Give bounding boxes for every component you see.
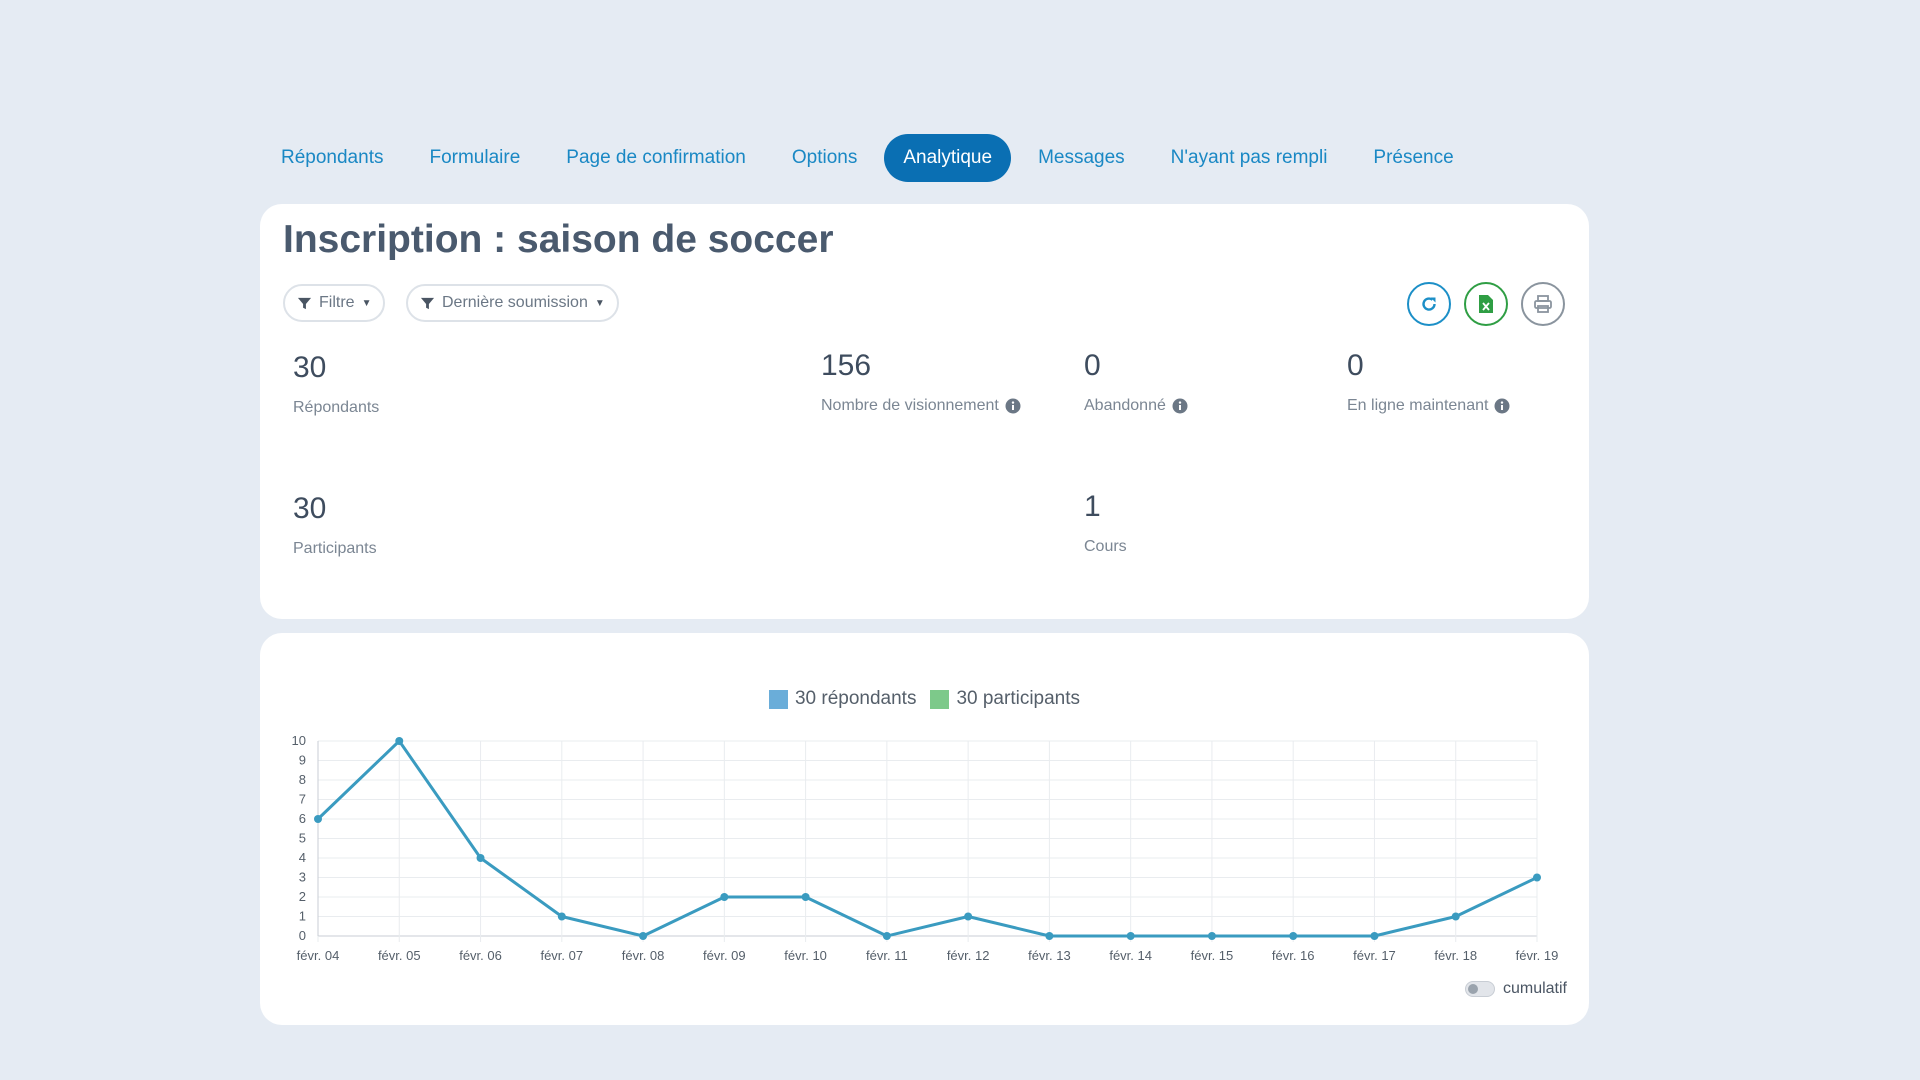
cumulative-label: cumulatif	[1502, 980, 1567, 997]
data-point	[1289, 932, 1298, 940]
stat-value: 0	[1084, 349, 1101, 382]
y-tick-label: 5	[299, 831, 306, 846]
x-tick-label: févr. 11	[866, 948, 908, 963]
sort-button[interactable]: Dernière soumission ▼	[406, 284, 619, 322]
data-point	[395, 737, 404, 745]
info-icon[interactable]	[1005, 398, 1021, 414]
stat-value: 156	[821, 349, 872, 382]
y-tick-label: 1	[299, 909, 306, 924]
line-chart: 0 1 2 3 4 5 6 7 8 9 10 févr. 04 févr. 05 févr. 06 févr…	[292, 733, 1559, 963]
print-button[interactable]	[1521, 282, 1565, 326]
info-icon[interactable]	[1494, 398, 1510, 414]
funnel-icon	[420, 297, 435, 309]
sort-label: Dernière soumission	[442, 294, 588, 311]
stat-label: Participants	[293, 540, 377, 557]
x-tick-label: févr. 06	[459, 948, 502, 963]
data-point	[801, 893, 810, 901]
x-tick-label: févr. 12	[947, 948, 990, 963]
data-point	[964, 912, 973, 921]
x-tick-label: févr. 18	[1434, 948, 1477, 963]
tab-r-pondants[interactable]: Répondants	[262, 134, 402, 182]
data-point	[557, 912, 566, 921]
data-point	[1126, 932, 1135, 940]
caret-down-icon: ▼	[594, 297, 605, 309]
data-point	[1533, 873, 1541, 882]
tab-formulaire[interactable]: Formulaire	[410, 134, 539, 182]
tab-messages[interactable]: Messages	[1019, 134, 1144, 182]
x-tick-label: févr. 14	[1109, 948, 1152, 963]
y-tick-label: 7	[299, 792, 306, 807]
x-tick-label: févr. 08	[622, 948, 665, 963]
cumulative-toggle[interactable]	[1464, 981, 1495, 997]
stat-label-row: En ligne maintenant	[1347, 397, 1510, 415]
tab-bar: Répondants Formulaire Page de confirmation…	[262, 134, 1473, 182]
y-tick-label: 6	[299, 811, 306, 826]
x-tick-label: févr. 19	[1516, 948, 1559, 963]
cumulative-toggle-group: cumulatif	[1464, 980, 1567, 998]
data-point	[476, 854, 485, 862]
tab-options[interactable]: Options	[773, 134, 876, 182]
tab-analytique[interactable]: Analytique	[884, 134, 1012, 182]
y-tick-label: 9	[299, 753, 306, 768]
funnel-icon	[297, 297, 312, 309]
stat-label: Répondants	[293, 399, 380, 416]
data-point	[639, 932, 648, 940]
info-icon[interactable]	[1172, 398, 1188, 414]
excel-icon	[1479, 295, 1493, 313]
stat-label: Abandonné	[1084, 397, 1166, 414]
y-tick-label: 8	[299, 772, 306, 787]
refresh-icon	[1422, 297, 1436, 311]
stat-participants: 30 Participants	[293, 492, 377, 558]
page-title: Inscription : saison de soccer	[283, 218, 834, 261]
x-tick-label: févr. 09	[703, 948, 746, 963]
stat-label-row: Nombre de visionnement	[821, 397, 1031, 415]
tab-page-de-confirmation[interactable]: Page de confirmation	[547, 134, 765, 182]
stat-label: Nombre de visionnement	[821, 397, 999, 414]
stat-label: Cours	[1084, 538, 1127, 555]
x-tick-label: févr. 16	[1272, 948, 1315, 963]
filter-button[interactable]: Filtre ▼	[283, 284, 386, 322]
tab-pr-sence[interactable]: Présence	[1354, 134, 1472, 182]
stat-value: 30	[293, 492, 327, 525]
stat-label-row: Abandonné	[1084, 397, 1188, 415]
stat-value: 30	[293, 351, 327, 384]
stat-respondents: 30 Répondants	[293, 351, 379, 417]
print-icon	[1534, 295, 1552, 313]
x-tick-label: févr. 10	[784, 948, 827, 963]
tab-n-ayant-pas-rempli[interactable]: N'ayant pas rempli	[1152, 134, 1347, 182]
y-tick-label: 10	[292, 733, 306, 748]
toggle-knob	[1467, 984, 1478, 994]
data-point	[1207, 932, 1216, 940]
y-tick-label: 0	[299, 928, 306, 943]
x-tick-label: févr. 13	[1028, 948, 1071, 963]
y-tick-label: 2	[299, 889, 306, 904]
stat-value: 0	[1347, 349, 1364, 382]
caret-down-icon: ▼	[361, 297, 372, 309]
chart-card: 30 répondants 30 participants 01234567891…	[260, 633, 1589, 1025]
data-point	[720, 893, 729, 901]
data-point	[1370, 932, 1379, 940]
summary-card: Inscription : saison de soccer Filtre ▼ …	[260, 204, 1589, 619]
stat-views: 156 Nombre de visionnement	[821, 349, 1031, 415]
stat-label: En ligne maintenant	[1347, 397, 1489, 414]
stat-abandoned: 0 Abandonné	[1084, 349, 1188, 415]
stat-courses: 1 Cours	[1084, 490, 1127, 556]
refresh-button[interactable]	[1407, 282, 1451, 326]
x-tick-label: févr. 17	[1353, 948, 1396, 963]
filter-label: Filtre	[319, 294, 355, 311]
x-tick-label: févr. 15	[1191, 948, 1234, 963]
data-point	[1451, 912, 1460, 921]
stat-online: 0 En ligne maintenant	[1347, 349, 1510, 415]
stat-value: 1	[1084, 490, 1101, 523]
data-point	[1045, 932, 1054, 940]
data-point	[882, 932, 891, 940]
x-tick-label: févr. 07	[540, 948, 583, 963]
export-excel-button[interactable]	[1464, 282, 1508, 326]
y-tick-label: 4	[299, 850, 306, 865]
x-tick-label: févr. 05	[378, 948, 421, 963]
y-tick-label: 3	[299, 870, 306, 885]
x-tick-label: févr. 04	[297, 948, 340, 963]
data-point	[314, 815, 322, 823]
